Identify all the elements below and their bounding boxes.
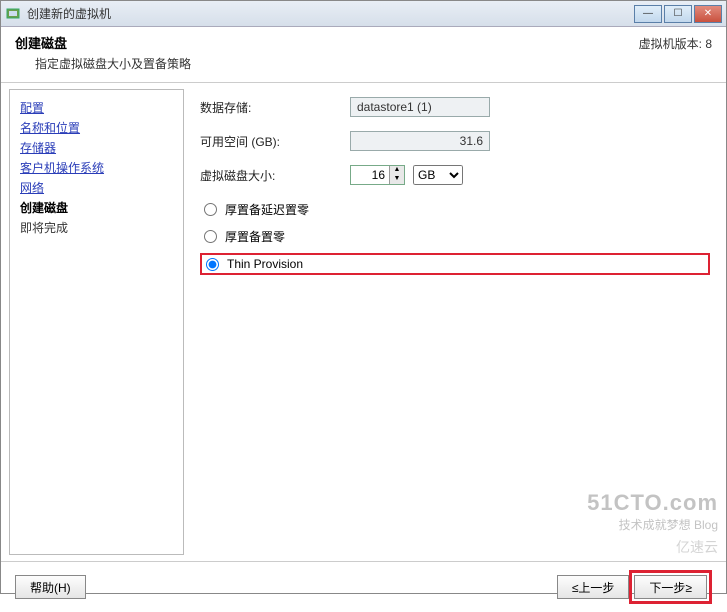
page-title: 创建磁盘 — [15, 33, 712, 52]
provision-thick-eager-label: 厚置备置零 — [225, 228, 285, 245]
spinner-down-icon[interactable]: ▼ — [390, 175, 404, 184]
vm-version-label: 虚拟机版本: 8 — [639, 35, 712, 52]
help-button[interactable]: 帮助(H) — [15, 575, 86, 599]
freespace-value: 31.6 — [350, 131, 490, 151]
step-create-disk: 创建磁盘 — [20, 198, 173, 218]
wizard-body: 配置 名称和位置 存储器 客户机操作系统 网络 创建磁盘 即将完成 数据存储: … — [1, 83, 726, 561]
datastore-label: 数据存储: — [200, 99, 350, 116]
provision-thick-lazy-row[interactable]: 厚置备延迟置零 — [200, 199, 710, 220]
disksize-unit-select[interactable]: GB — [413, 165, 463, 185]
next-button[interactable]: 下一步≥ — [634, 575, 707, 599]
datastore-row: 数据存储: datastore1 (1) — [200, 97, 710, 117]
window-controls: — ☐ ✕ — [634, 5, 722, 23]
step-ready: 即将完成 — [20, 218, 173, 238]
step-storage[interactable]: 存储器 — [20, 138, 173, 158]
close-button[interactable]: ✕ — [694, 5, 722, 23]
provision-thick-eager-row[interactable]: 厚置备置零 — [200, 226, 710, 247]
maximize-button[interactable]: ☐ — [664, 5, 692, 23]
wizard-steps-sidebar: 配置 名称和位置 存储器 客户机操作系统 网络 创建磁盘 即将完成 — [9, 89, 184, 555]
disksize-row: 虚拟磁盘大小: ▲ ▼ GB — [200, 165, 710, 185]
step-network[interactable]: 网络 — [20, 178, 173, 198]
provision-thin-label: Thin Provision — [227, 257, 303, 271]
page-subtitle: 指定虚拟磁盘大小及置备策略 — [35, 55, 712, 72]
next-highlight: 下一步≥ — [629, 570, 712, 604]
provision-thick-lazy-label: 厚置备延迟置零 — [225, 201, 309, 218]
freespace-row: 可用空间 (GB): 31.6 — [200, 131, 710, 151]
disksize-spinner[interactable]: ▲ ▼ — [350, 165, 405, 185]
wizard-header: 创建磁盘 指定虚拟磁盘大小及置备策略 虚拟机版本: 8 — [1, 27, 726, 83]
disksize-label: 虚拟磁盘大小: — [200, 167, 350, 184]
vm-wizard-window: 创建新的虚拟机 — ☐ ✕ 创建磁盘 指定虚拟磁盘大小及置备策略 虚拟机版本: … — [0, 0, 727, 594]
back-button[interactable]: ≤上一步 — [557, 575, 630, 599]
titlebar: 创建新的虚拟机 — ☐ ✕ — [1, 1, 726, 27]
step-config[interactable]: 配置 — [20, 98, 173, 118]
provision-thin-radio[interactable] — [206, 258, 219, 271]
wizard-footer: 帮助(H) ≤上一步 下一步≥ — [1, 561, 726, 612]
minimize-button[interactable]: — — [634, 5, 662, 23]
spinner-up-icon[interactable]: ▲ — [390, 166, 404, 175]
freespace-label: 可用空间 (GB): — [200, 133, 350, 150]
wizard-content: 数据存储: datastore1 (1) 可用空间 (GB): 31.6 虚拟磁… — [184, 83, 726, 561]
step-name-location[interactable]: 名称和位置 — [20, 118, 173, 138]
provisioning-group: 厚置备延迟置零 厚置备置零 Thin Provision — [200, 199, 710, 275]
disksize-input[interactable] — [351, 166, 389, 184]
provision-thin-row[interactable]: Thin Provision — [200, 253, 710, 275]
app-icon — [5, 6, 21, 22]
datastore-value: datastore1 (1) — [350, 97, 490, 117]
provision-thick-lazy-radio[interactable] — [204, 203, 217, 216]
provision-thick-eager-radio[interactable] — [204, 230, 217, 243]
window-title: 创建新的虚拟机 — [27, 5, 634, 22]
step-guest-os[interactable]: 客户机操作系统 — [20, 158, 173, 178]
